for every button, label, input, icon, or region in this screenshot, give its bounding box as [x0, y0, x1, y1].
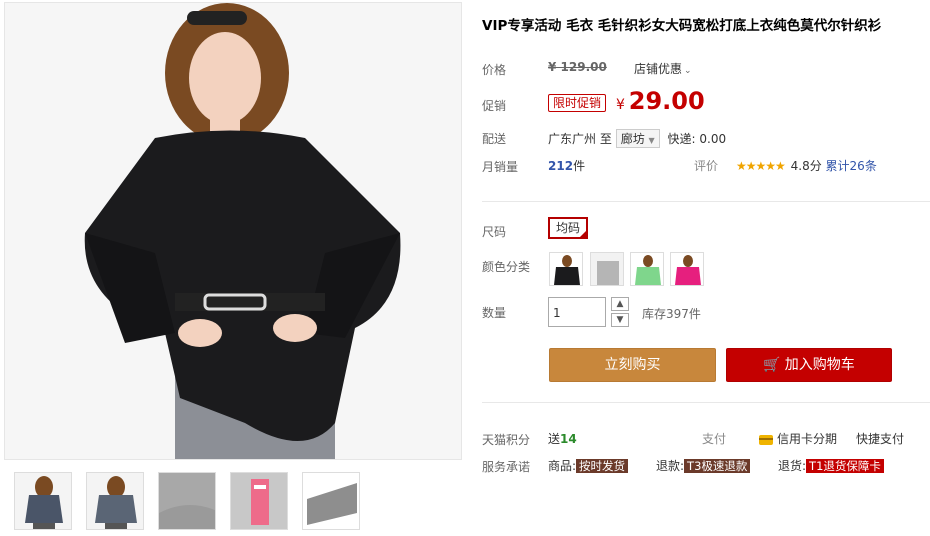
original-price-value: ¥ 129.00: [548, 60, 607, 74]
service-label: 服务承诺: [482, 460, 531, 474]
review-label: 评价: [694, 159, 719, 173]
color-swatch-green[interactable]: [630, 252, 664, 286]
service-goods-tag[interactable]: 按时发货: [576, 459, 629, 473]
add-to-cart-label: 加入购物车: [784, 357, 855, 373]
main-product-image[interactable]: [4, 2, 462, 460]
service-refund-prefix: 退款:: [656, 459, 685, 473]
buy-now-button[interactable]: 立刻购买: [549, 348, 716, 382]
service-goods-prefix: 商品:: [548, 459, 577, 473]
promo-label: 促销: [482, 99, 507, 113]
promo-price-value: 29.00: [628, 87, 705, 115]
quick-pay-link[interactable]: 快捷支付: [856, 430, 904, 447]
price-label: 价格: [482, 63, 507, 77]
express-fee: 快递: 0.00: [667, 132, 727, 146]
thumbnail[interactable]: [158, 472, 216, 530]
star-icon: ★★★★★: [736, 159, 786, 173]
service-return-tag[interactable]: T1退货保障卡: [806, 459, 884, 473]
credit-card-icon: [759, 434, 773, 445]
service-refund: 退款: T3极速退款: [656, 457, 751, 474]
ship-to-word: 至: [599, 132, 612, 146]
ship-from: 广东广州: [548, 132, 597, 146]
promo-badge: 限时促销: [548, 94, 607, 112]
installment-link[interactable]: 信用卡分期: [759, 430, 837, 447]
promo-badge-text: 限时促销: [548, 94, 607, 112]
product-gallery: [0, 0, 462, 536]
size-label: 尺码: [482, 225, 507, 239]
monthly-sales-count: 212: [548, 159, 574, 173]
shipping-label: 配送: [482, 132, 507, 146]
divider: [482, 402, 930, 403]
size-option-selected[interactable]: 均码: [548, 217, 588, 239]
thumbnail[interactable]: [86, 472, 144, 530]
points-give: 送: [548, 432, 561, 446]
currency-symbol: ¥: [616, 97, 625, 113]
ship-to-city: 廊坊: [620, 132, 645, 146]
service-return: 退货: T1退货保障卡: [778, 457, 884, 474]
check-corner-icon: [578, 229, 588, 239]
installment-text: 信用卡分期: [777, 432, 838, 446]
rating-summary[interactable]: ★★★★★ 4.8分 累计26条: [736, 157, 877, 174]
color-swatch-black[interactable]: [549, 252, 583, 286]
points-amount: 14: [560, 432, 577, 446]
chevron-down-icon: ▼: [648, 136, 655, 145]
original-price: ¥ 129.00: [548, 60, 607, 74]
thumbnail-strip: [14, 472, 360, 530]
rating-score: 4.8分: [790, 159, 822, 173]
monthly-sales-label: 月销量: [482, 160, 519, 174]
product-info-panel: VIP专享活动 毛衣 毛针织衫女大码宽松打底上衣纯色莫代尔针织衫 价格 ¥ 12…: [482, 0, 930, 536]
thumbnail[interactable]: [14, 472, 72, 530]
monthly-sales-unit: 件: [573, 159, 586, 173]
thumbnail[interactable]: [302, 472, 360, 530]
product-title: VIP专享活动 毛衣 毛针织衫女大码宽松打底上衣纯色莫代尔针织衫: [482, 18, 882, 34]
color-swatch-gray[interactable]: [590, 252, 624, 286]
points-value: 送14: [548, 430, 577, 447]
add-to-cart-button[interactable]: 🛒 加入购物车: [726, 348, 892, 382]
thumbnail[interactable]: [230, 472, 288, 530]
pay-label: 支付: [702, 432, 727, 446]
shop-coupon-label: 店铺优惠: [634, 62, 683, 76]
quantity-decrease-button[interactable]: ▼: [611, 313, 629, 327]
quantity-input[interactable]: 1: [548, 297, 606, 327]
cart-icon: 🛒: [763, 357, 781, 373]
promo-price: ¥ 29.00: [616, 87, 705, 115]
color-swatch-pink[interactable]: [670, 252, 704, 286]
total-reviews-link[interactable]: 累计26条: [826, 159, 877, 173]
service-refund-tag[interactable]: T3极速退款: [684, 459, 751, 473]
shop-coupon-dropdown[interactable]: 店铺优惠 ⌄: [634, 60, 692, 77]
ship-to-select[interactable]: 廊坊 ▼: [615, 129, 660, 148]
quantity-increase-button[interactable]: ▲: [611, 297, 629, 311]
points-label: 天猫积分: [482, 433, 531, 447]
divider: [482, 201, 930, 202]
size-option-text: 均码: [555, 221, 580, 235]
service-goods: 商品: 按时发货: [548, 457, 629, 474]
shipping-info: 广东广州 至 廊坊 ▼ 快递: 0.00: [548, 129, 726, 148]
color-label: 颜色分类: [482, 260, 531, 274]
quantity-label: 数量: [482, 306, 507, 320]
chevron-down-icon: ⌄: [684, 66, 692, 76]
monthly-sales: 212件: [548, 157, 585, 174]
service-return-prefix: 退货:: [778, 459, 807, 473]
stock-count: 库存397件: [642, 307, 701, 321]
